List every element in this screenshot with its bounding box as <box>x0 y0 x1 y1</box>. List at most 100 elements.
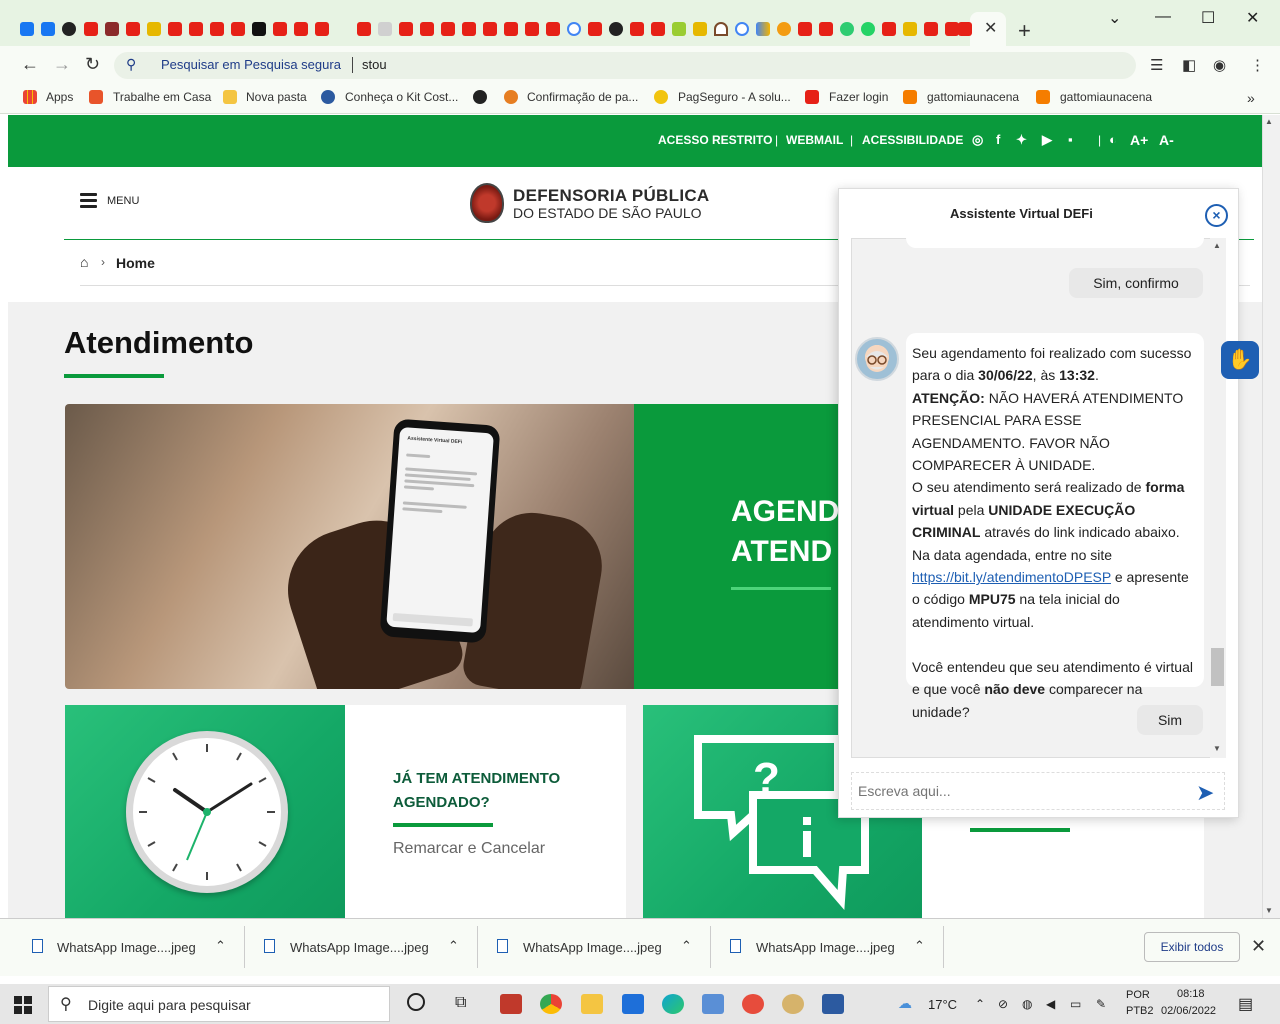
page-scrollbar[interactable] <box>1262 115 1280 918</box>
send-icon[interactable]: ➤ <box>1196 780 1214 806</box>
tab-favicon-youtube-icon[interactable] <box>819 22 833 36</box>
font-increase-button[interactable]: A+ <box>1130 132 1148 148</box>
tab-favicon-leaf-icon[interactable] <box>147 22 161 36</box>
tab-favicon-youtube-icon[interactable] <box>294 22 308 36</box>
reschedule-link[interactable]: Remarcar e Cancelar <box>393 840 545 858</box>
bookmark-pagseguro[interactable]: PagSeguro - A solu... <box>678 90 791 104</box>
home-icon[interactable]: ⌂ <box>80 254 88 270</box>
tab-favicon-whatsapp-icon[interactable] <box>861 22 875 36</box>
clock-date[interactable]: 02/06/2022 <box>1161 1005 1216 1017</box>
card-title[interactable]: JÁ TEM ATENDIMENTO AGENDADO? <box>393 767 593 815</box>
close-window-button[interactable]: ✕ <box>1246 8 1259 28</box>
tab-favicon-youtube-icon[interactable] <box>630 22 644 36</box>
bookmark-nova-pasta[interactable]: Nova pasta <box>246 90 307 104</box>
kebab-menu-icon[interactable]: ⋮ <box>1250 56 1265 74</box>
tab-favicon-youtube-icon[interactable] <box>462 22 476 36</box>
contrast-icon[interactable]: ◐ <box>1109 132 1117 147</box>
globe-icon[interactable] <box>473 90 487 104</box>
tab-favicon-leaf-icon[interactable] <box>672 22 686 36</box>
tab-favicon-youtube-icon[interactable] <box>315 22 329 36</box>
t-app-icon[interactable] <box>500 994 522 1014</box>
tab-favicon-youtube-icon[interactable] <box>882 22 896 36</box>
flickr-icon[interactable]: ▪ <box>1068 132 1073 147</box>
tab-favicon-youtube-icon[interactable] <box>546 22 560 36</box>
new-tab-button[interactable]: + <box>1018 18 1031 44</box>
link-webmail[interactable]: WEBMAIL <box>786 133 843 147</box>
tab-favicon-youtube-icon[interactable] <box>483 22 497 36</box>
forward-button[interactable]: → <box>53 54 71 75</box>
bookmarks-overflow-icon[interactable]: » <box>1247 90 1255 106</box>
weather-cloud-icon[interactable]: ☁ <box>898 995 912 1012</box>
taskbar-search-placeholder[interactable]: Digite aqui para pesquisar <box>88 997 251 1013</box>
logo-subtitle[interactable]: DO ESTADO DE SÃO PAULO <box>513 205 702 221</box>
minimize-button[interactable]: — <box>1155 8 1171 26</box>
tab-favicon-globe-icon[interactable] <box>609 22 623 36</box>
logo-title[interactable]: DEFENSORIA PÚBLICA <box>513 186 710 206</box>
tab-favicon-youtube-icon[interactable] <box>231 22 245 36</box>
chevron-up-icon[interactable]: ⌃ <box>914 938 925 954</box>
tab-favicon-colorful-icon[interactable] <box>756 22 770 36</box>
chat-scroll-thumb[interactable] <box>1211 648 1224 686</box>
tab-favicon-youtube-icon[interactable] <box>126 22 140 36</box>
tab-favicon-youtube-icon[interactable] <box>798 22 812 36</box>
tab-search-chevron-icon[interactable]: ⌄ <box>1108 8 1121 28</box>
tab-favicon-arc-icon[interactable] <box>714 22 728 36</box>
font-decrease-button[interactable]: A- <box>1159 132 1174 148</box>
chevron-up-icon[interactable]: ⌃ <box>215 938 226 954</box>
close-tab-icon[interactable]: ✕ <box>984 18 997 38</box>
twitter-icon[interactable]: ✦ <box>1016 132 1027 148</box>
tab-favicon-youtube-icon[interactable] <box>273 22 287 36</box>
show-all-downloads-button[interactable]: Exibir todos <box>1144 932 1240 962</box>
profile-icon[interactable]: ◉ <box>1213 56 1226 74</box>
tab-favicon-youtube-icon[interactable] <box>525 22 539 36</box>
tray-app-icon[interactable]: ⊘ <box>998 997 1008 1011</box>
facebook-icon[interactable]: f <box>996 132 1000 147</box>
cortana-icon[interactable] <box>407 993 425 1011</box>
bookmark-fazer-login[interactable]: Fazer login <box>829 90 888 104</box>
tab-favicon-youtube-icon[interactable] <box>210 22 224 36</box>
snipping-tool-icon[interactable] <box>742 994 764 1014</box>
tab-favicon-youtube-icon[interactable] <box>84 22 98 36</box>
control-panel-icon[interactable] <box>702 994 724 1014</box>
temperature[interactable]: 17°C <box>928 997 957 1012</box>
tab-favicon-leaf-icon[interactable] <box>903 22 917 36</box>
breadcrumb-home[interactable]: Home <box>116 255 155 271</box>
tab-favicon-leaf-icon[interactable] <box>693 22 707 36</box>
close-downloads-icon[interactable]: ✕ <box>1251 936 1266 957</box>
active-tab[interactable]: ✕ <box>958 12 1006 46</box>
notifications-icon[interactable]: ▤ <box>1238 994 1253 1014</box>
tab-favicon-youtube-icon[interactable] <box>924 22 938 36</box>
bookmark-apps[interactable]: Apps <box>46 90 73 104</box>
tray-app-icon[interactable]: ◍ <box>1022 997 1032 1011</box>
tab-favicon-orange-icon[interactable] <box>777 22 791 36</box>
tab-favicon-youtube-icon[interactable] <box>651 22 665 36</box>
download-item[interactable]: WhatsApp Image....jpeg <box>290 940 429 955</box>
link-acesso-restrito[interactable]: ACESSO RESTRITO <box>658 133 772 147</box>
reading-list-icon[interactable]: ☰ <box>1150 56 1163 74</box>
bookmark-gattomiaunacena-2[interactable]: gattomiaunacena <box>1060 90 1152 104</box>
paint-icon[interactable] <box>782 994 804 1014</box>
clock-time[interactable]: 08:18 <box>1177 988 1205 1000</box>
tab-favicon-green-icon[interactable] <box>840 22 854 36</box>
chevron-up-icon[interactable]: ⌃ <box>681 938 692 954</box>
chat-scroll-up-icon[interactable]: ▲ <box>1213 241 1221 250</box>
chat-close-button[interactable]: × <box>1205 204 1228 227</box>
menu-label[interactable]: MENU <box>107 195 139 207</box>
back-button[interactable]: ← <box>21 54 39 75</box>
download-item[interactable]: WhatsApp Image....jpeg <box>523 940 662 955</box>
tab-favicon-youtube-icon[interactable] <box>168 22 182 36</box>
pen-icon[interactable]: ✎ <box>1096 997 1106 1011</box>
address-bar-input[interactable]: stou <box>362 57 387 72</box>
chat-message-input[interactable] <box>851 772 1225 810</box>
tab-favicon-youtube-icon[interactable] <box>189 22 203 36</box>
download-item[interactable]: WhatsApp Image....jpeg <box>57 940 196 955</box>
state-seal-logo[interactable] <box>470 183 504 223</box>
store-icon[interactable] <box>822 994 844 1014</box>
tab-favicon-facebook-icon[interactable] <box>20 22 34 36</box>
reload-button[interactable]: ↻ <box>85 54 100 75</box>
mail-icon[interactable] <box>622 994 644 1014</box>
tab-favicon-facebook-icon[interactable] <box>41 22 55 36</box>
tab-favicon-youtube-icon[interactable] <box>441 22 455 36</box>
tab-favicon-youtube-icon[interactable] <box>504 22 518 36</box>
tab-favicon-youtube-icon[interactable] <box>357 22 371 36</box>
